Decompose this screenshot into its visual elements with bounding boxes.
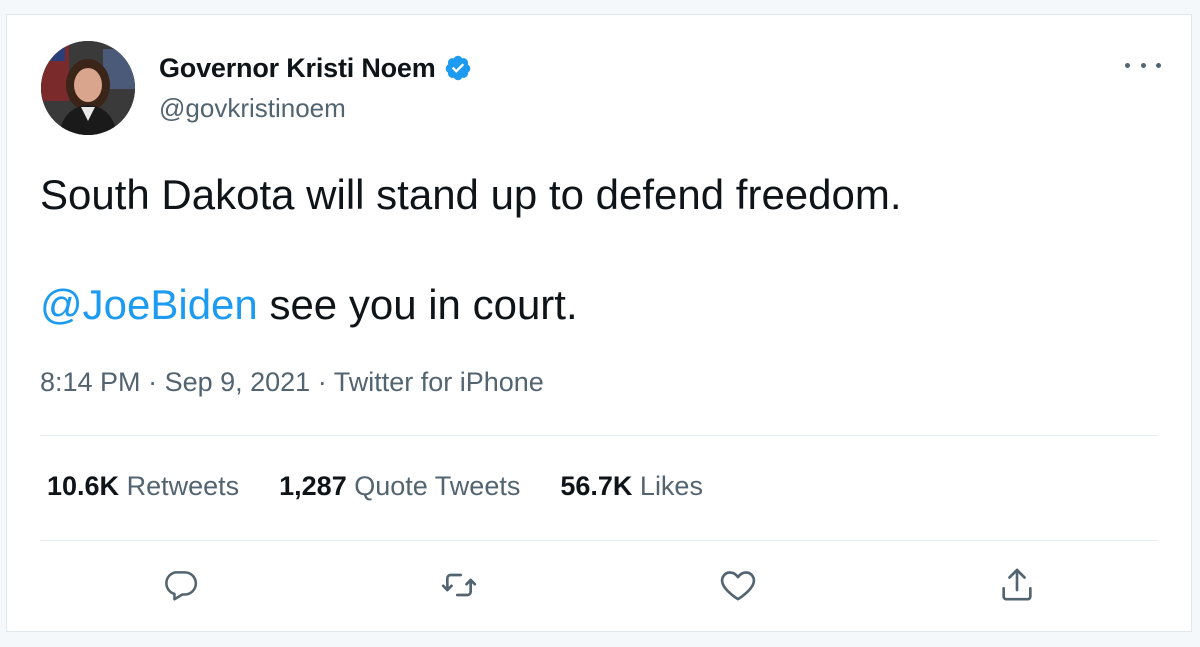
quote-tweets-label: Quote Tweets <box>354 471 521 501</box>
tweet-meta: 8:14 PM · Sep 9, 2021 · Twitter for iPho… <box>40 367 544 398</box>
author-name-row: Governor Kristi Noem <box>159 51 472 85</box>
heart-icon[interactable] <box>718 565 758 605</box>
meta-separator: · <box>140 367 165 397</box>
tweet-text-rest: see you in court. <box>257 281 578 328</box>
tweet-stats: 10.6K Retweets 1,287 Quote Tweets 56.7K … <box>47 471 743 502</box>
tweet-text-line: @JoeBiden see you in court. <box>40 277 1160 333</box>
reply-icon[interactable] <box>160 565 200 605</box>
tweet-date[interactable]: Sep 9, 2021 <box>165 367 311 397</box>
mention-link[interactable]: @JoeBiden <box>40 281 258 328</box>
more-options-icon[interactable] <box>1125 53 1161 77</box>
tweet-card: Governor Kristi Noem @govkristinoem Sout… <box>6 14 1192 632</box>
likes-stat[interactable]: 56.7K Likes <box>560 471 703 502</box>
likes-label: Likes <box>639 471 703 501</box>
quote-tweets-count: 1,287 <box>279 471 347 501</box>
retweets-stat[interactable]: 10.6K Retweets <box>47 471 239 502</box>
more-dot <box>1140 62 1146 68</box>
quote-tweets-stat[interactable]: 1,287 Quote Tweets <box>279 471 520 502</box>
display-name[interactable]: Governor Kristi Noem <box>159 53 436 84</box>
meta-separator: · <box>310 367 334 397</box>
more-dot <box>1156 62 1161 68</box>
tweet-text-line: South Dakota will stand up to defend fre… <box>40 171 902 218</box>
avatar[interactable] <box>41 41 135 135</box>
likes-count: 56.7K <box>560 471 633 501</box>
divider <box>40 540 1158 541</box>
divider <box>40 435 1158 436</box>
more-dot <box>1125 62 1130 68</box>
tweet-text: South Dakota will stand up to defend fre… <box>40 167 1160 333</box>
tweet-time[interactable]: 8:14 PM <box>40 367 141 397</box>
share-icon[interactable] <box>997 565 1037 605</box>
retweet-icon[interactable] <box>439 565 479 605</box>
tweet-actions <box>7 563 1191 613</box>
tweet-source[interactable]: Twitter for iPhone <box>334 367 544 397</box>
author-handle[interactable]: @govkristinoem <box>159 93 346 124</box>
retweets-label: Retweets <box>126 471 240 501</box>
retweets-count: 10.6K <box>47 471 120 501</box>
verified-badge-icon <box>445 55 470 81</box>
